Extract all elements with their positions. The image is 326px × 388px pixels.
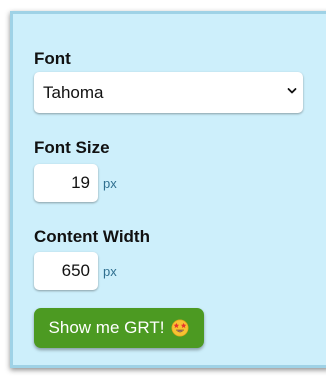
chevron-down-icon: [287, 88, 297, 94]
show-me-grt-button[interactable]: Show me GRT!: [34, 308, 204, 348]
show-me-grt-label: Show me GRT!: [48, 318, 165, 337]
content-width-value: 650: [61, 261, 90, 280]
content-width-unit: px: [103, 264, 117, 279]
font-size-input[interactable]: 19: [34, 164, 98, 202]
content-width-label: Content Width: [34, 227, 150, 246]
font-select[interactable]: Tahoma: [34, 72, 303, 113]
content-width-input[interactable]: 650: [34, 252, 98, 290]
font-label: Font: [34, 49, 71, 68]
font-size-label: Font Size: [34, 138, 110, 157]
font-select-value: Tahoma: [43, 82, 104, 102]
font-size-unit: px: [103, 176, 117, 191]
font-size-value: 19: [71, 173, 90, 192]
settings-panel: Font Tahoma Font Size 19 px Content Widt…: [10, 11, 326, 368]
star-struck-emoji-icon: [171, 319, 189, 337]
